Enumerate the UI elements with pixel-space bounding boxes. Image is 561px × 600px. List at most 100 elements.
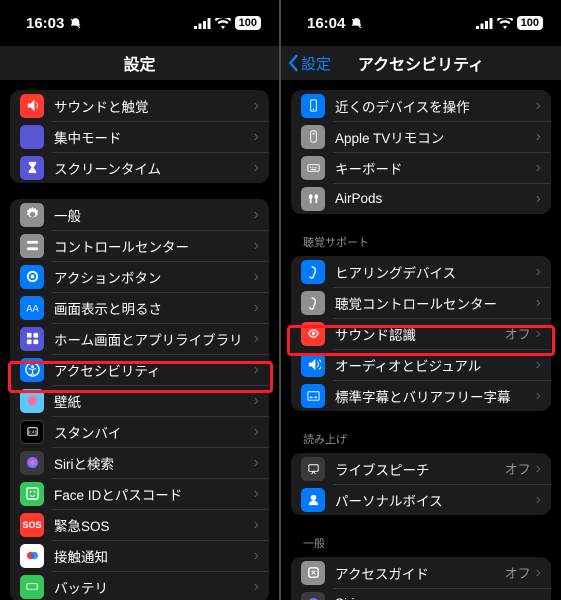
chevron-right-icon: › (254, 268, 259, 286)
row-label: キーボード (335, 158, 536, 178)
settings-group: 一般›コントロールセンター›アクションボタン›AA画面表示と明るさ›ホーム画面と… (10, 199, 269, 600)
settings-row[interactable]: コントロールセンター› (10, 230, 269, 261)
accessibility-icon (20, 358, 44, 382)
battery-icon (20, 575, 44, 599)
sound-rec-icon (301, 322, 325, 346)
settings-row[interactable]: 標準字幕とバリアフリー字幕› (291, 380, 551, 411)
standby-icon: 9:41 (20, 420, 44, 444)
settings-row[interactable]: アクセスガイドオフ › (291, 557, 551, 588)
settings-row[interactable]: Siri› (291, 588, 551, 600)
chevron-right-icon: › (254, 454, 259, 472)
gear-icon (20, 203, 44, 227)
section-header: 読み上げ (281, 427, 561, 453)
row-label: アクセスガイド (335, 563, 505, 583)
row-label: スタンバイ (54, 422, 254, 442)
hearing-cc-icon (301, 291, 325, 315)
switches-icon (20, 234, 44, 258)
chevron-right-icon: › (254, 485, 259, 503)
settings-row[interactable]: ライブスピーチオフ› (291, 453, 551, 484)
chevron-right-icon: › (254, 159, 259, 177)
grid-icon (20, 327, 44, 351)
settings-row[interactable]: SOS緊急SOS› (10, 509, 269, 540)
settings-row[interactable]: Apple TVリモコン› (291, 121, 551, 152)
row-label: Face IDとパスコード (54, 484, 254, 504)
settings-group: 近くのデバイスを操作›Apple TVリモコン›キーボード›AirPods› (291, 90, 551, 214)
status-time: 16:03 (26, 15, 64, 32)
settings-row[interactable]: パーソナルボイス› (291, 484, 551, 515)
settings-group: サウンドと触覚›集中モード›スクリーンタイム› (10, 90, 269, 183)
wallpaper-icon (20, 389, 44, 413)
device-icon (301, 94, 325, 118)
chevron-right-icon: › (536, 97, 541, 115)
exposure-icon (20, 544, 44, 568)
settings-row[interactable]: 9:41スタンバイ› (10, 416, 269, 447)
settings-row[interactable]: アクションボタン› (10, 261, 269, 292)
settings-group: アクセスガイドオフ›Siri› (291, 557, 551, 600)
chevron-right-icon: › (536, 564, 541, 582)
signal-icon (194, 18, 211, 29)
settings-row[interactable]: 一般› (10, 199, 269, 230)
settings-row[interactable]: ホーム画面とアプリライブラリ› (10, 323, 269, 354)
phone-right-accessibility: 16:04 100 設定 アクセシビリティ 近くのデバイスを操作›Apple T… (281, 0, 561, 600)
status-bar: 16:03 100 (0, 0, 279, 46)
settings-row[interactable]: サウンドと触覚› (10, 90, 269, 121)
chevron-right-icon: › (254, 578, 259, 596)
chevron-right-icon: › (254, 516, 259, 534)
settings-row[interactable]: 壁紙› (10, 385, 269, 416)
dnd-icon (69, 17, 82, 30)
settings-row[interactable]: 集中モード› (10, 121, 269, 152)
signal-icon (476, 18, 493, 29)
chevron-right-icon: › (254, 361, 259, 379)
row-detail: オフ (505, 324, 531, 343)
settings-group: ヒアリングデバイス›聴覚コントロールセンター›サウンド認識オフ›オーディオとビジ… (291, 256, 551, 411)
settings-row[interactable]: Face IDとパスコード› (10, 478, 269, 509)
back-button[interactable]: 設定 (287, 53, 331, 74)
content-scroll[interactable]: サウンドと触覚›集中モード›スクリーンタイム›一般›コントロールセンター›アクシ… (0, 80, 279, 600)
chevron-right-icon: › (536, 159, 541, 177)
row-label: 標準字幕とバリアフリー字幕 (335, 386, 536, 406)
settings-row[interactable]: 聴覚コントロールセンター› (291, 287, 551, 318)
speaker-icon (20, 94, 44, 118)
page-title: 設定 (123, 51, 155, 75)
row-label: 画面表示と明るさ (54, 298, 254, 318)
row-label: Siri (335, 596, 536, 600)
dnd-icon (350, 17, 363, 30)
chevron-right-icon: › (254, 547, 259, 565)
settings-row[interactable]: 接触通知› (10, 540, 269, 571)
chevron-right-icon: › (536, 460, 541, 478)
live-speech-icon (301, 457, 325, 481)
row-detail: オフ (505, 563, 531, 582)
row-label: 集中モード (54, 127, 254, 147)
row-label: 壁紙 (54, 391, 254, 411)
status-bar: 16:04 100 (281, 0, 561, 46)
chevron-right-icon: › (536, 128, 541, 146)
chevron-right-icon: › (254, 128, 259, 146)
chevron-right-icon: › (536, 491, 541, 509)
audio-visual-icon (301, 353, 325, 377)
settings-row[interactable]: キーボード› (291, 152, 551, 183)
faceid-icon (20, 482, 44, 506)
settings-row[interactable]: Siriと検索› (10, 447, 269, 478)
row-detail: オフ (505, 459, 531, 478)
settings-row[interactable]: スクリーンタイム› (10, 152, 269, 183)
settings-row[interactable]: AA画面表示と明るさ› (10, 292, 269, 323)
settings-row[interactable]: バッテリ› (10, 571, 269, 600)
settings-row[interactable]: オーディオとビジュアル› (291, 349, 551, 380)
svg-text:9:41: 9:41 (27, 429, 36, 434)
settings-row[interactable]: ヒアリングデバイス› (291, 256, 551, 287)
personal-voice-icon (301, 488, 325, 512)
settings-row[interactable]: サウンド認識オフ› (291, 318, 551, 349)
section-header: 一般 (281, 531, 561, 557)
row-label: Siriと検索 (54, 453, 254, 473)
action-icon (20, 265, 44, 289)
chevron-right-icon: › (536, 595, 541, 600)
settings-row[interactable]: AirPods› (291, 183, 551, 214)
settings-row[interactable]: アクセシビリティ› (10, 354, 269, 385)
content-scroll[interactable]: 近くのデバイスを操作›Apple TVリモコン›キーボード›AirPods›聴覚… (281, 80, 561, 600)
row-label: パーソナルボイス (335, 490, 536, 510)
settings-row[interactable]: 近くのデバイスを操作› (291, 90, 551, 121)
chevron-right-icon: › (254, 392, 259, 410)
row-label: アクセシビリティ (54, 360, 254, 380)
row-label: Apple TVリモコン (335, 127, 536, 147)
chevron-right-icon: › (254, 206, 259, 224)
